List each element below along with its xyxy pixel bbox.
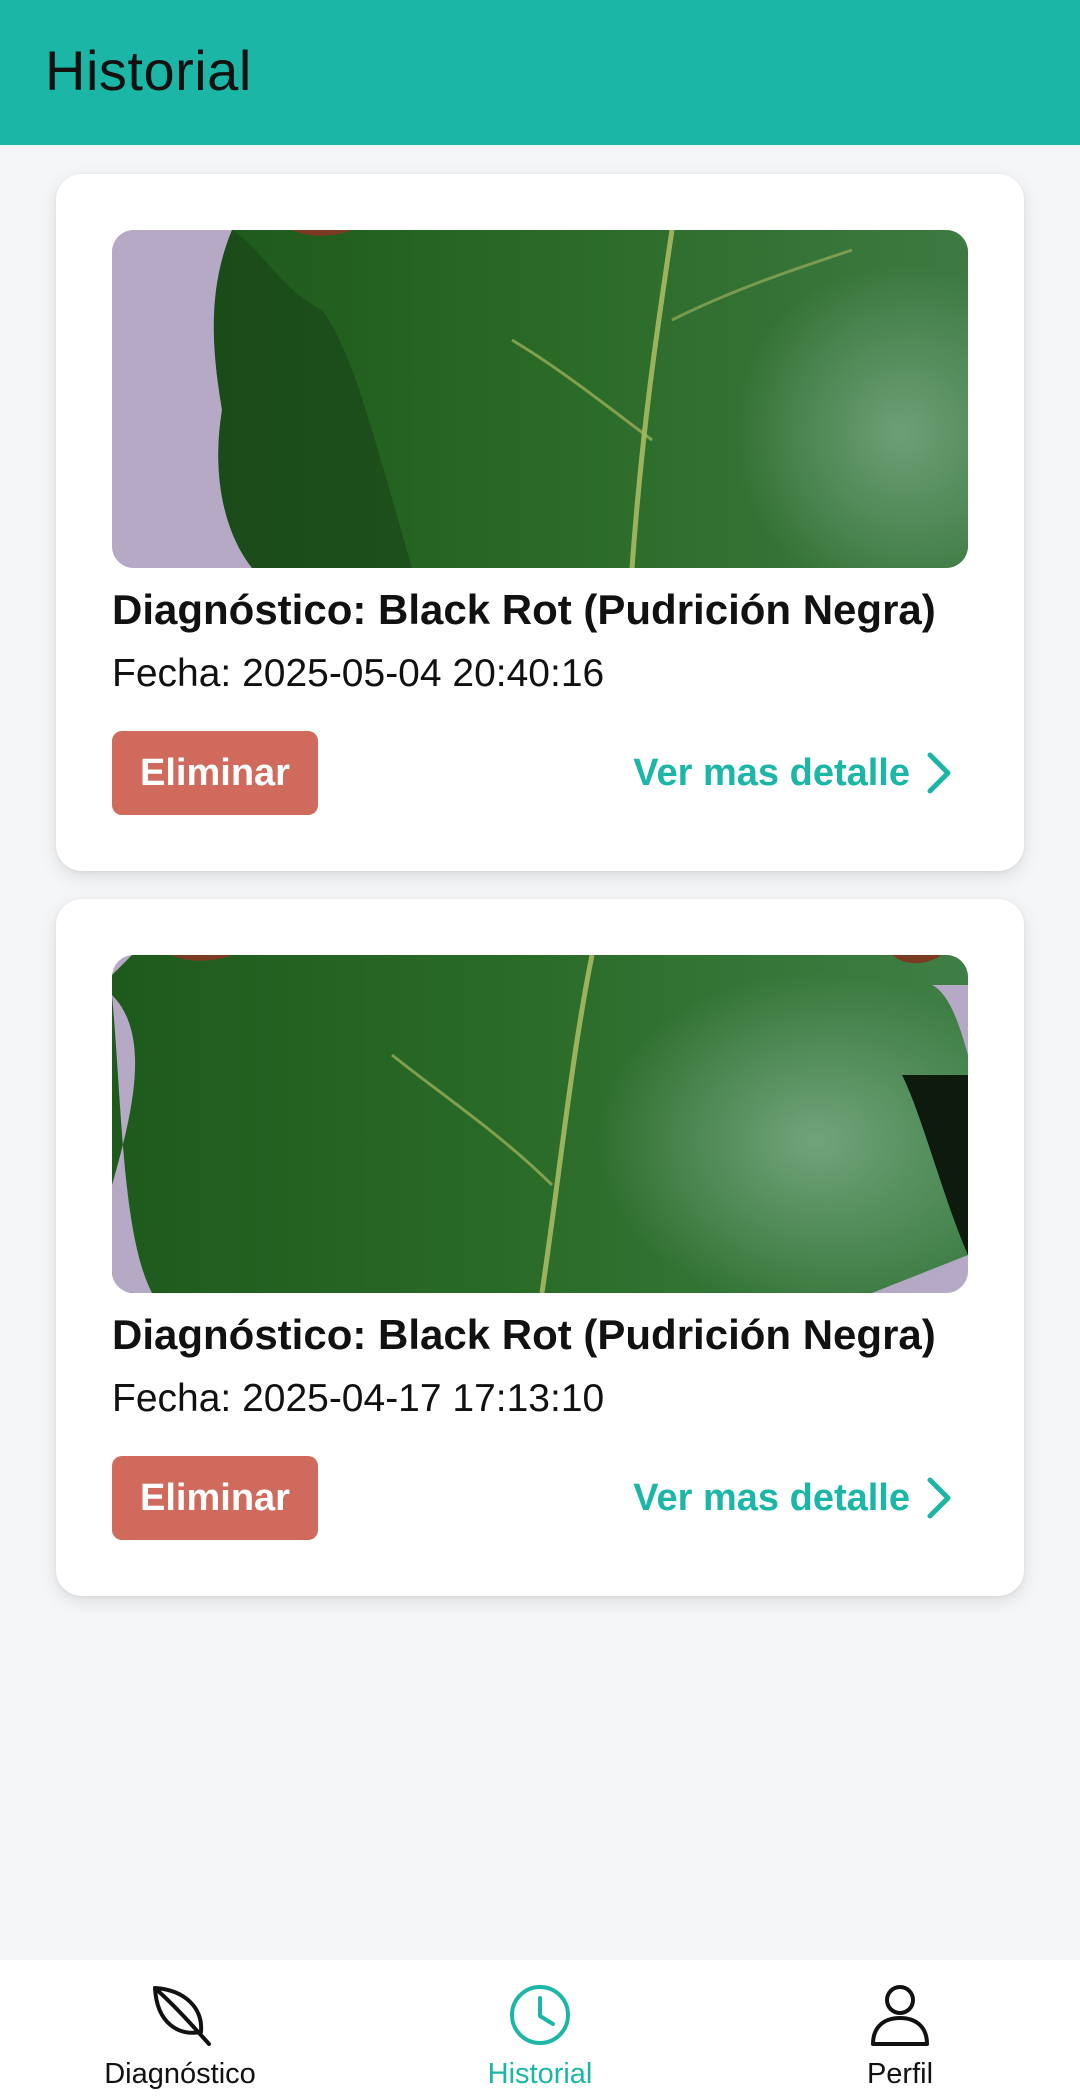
diagnosis-date: Fecha: 2025-04-17 17:13:10	[112, 1377, 605, 1420]
nav-label: Diagnóstico	[104, 2058, 256, 2090]
bottom-navigation: Diagnóstico Historial Perfil	[0, 1960, 1080, 2100]
leaf-photo[interactable]	[112, 230, 968, 568]
view-detail-label: Ver mas detalle	[633, 1476, 910, 1519]
person-icon	[871, 1985, 929, 2046]
leaf-image	[112, 230, 968, 568]
diagnosis-title: Diagnóstico: Black Rot (Pudrición Negra)	[112, 586, 936, 633]
nav-item-historial[interactable]: Historial	[360, 1960, 720, 2100]
nav-label: Perfil	[866, 2058, 934, 2090]
delete-button[interactable]: Eliminar	[112, 1456, 318, 1540]
clock-icon	[510, 1985, 570, 2045]
page-title: Historial	[45, 39, 252, 102]
leaf-image	[112, 955, 968, 1293]
app-screen: Historial Diagnóstico: Black Rot (Pudric…	[0, 0, 1080, 2100]
history-card[interactable]: Diagnóstico: Black Rot (Pudrición Negra)…	[56, 899, 1024, 1596]
view-detail-label: Ver mas detalle	[633, 751, 910, 794]
leaf-photo[interactable]	[112, 955, 968, 1293]
history-card[interactable]: Diagnóstico: Black Rot (Pudrición Negra)…	[56, 174, 1024, 871]
leaf-icon	[153, 1986, 211, 2046]
nav-item-perfil[interactable]: Perfil	[720, 1960, 1080, 2100]
chevron-right-icon	[927, 1477, 951, 1519]
nav-label: Historial	[487, 2058, 593, 2090]
nav-item-diagnostico[interactable]: Diagnóstico	[0, 1960, 360, 2100]
chevron-right-icon	[927, 752, 951, 794]
delete-button[interactable]: Eliminar	[112, 731, 318, 815]
view-detail-link[interactable]: Ver mas detalle	[633, 731, 954, 815]
view-detail-link[interactable]: Ver mas detalle	[633, 1456, 954, 1540]
app-bar: Historial	[0, 0, 1080, 145]
diagnosis-title: Diagnóstico: Black Rot (Pudrición Negra)	[112, 1311, 936, 1358]
diagnosis-date: Fecha: 2025-05-04 20:40:16	[112, 652, 605, 695]
